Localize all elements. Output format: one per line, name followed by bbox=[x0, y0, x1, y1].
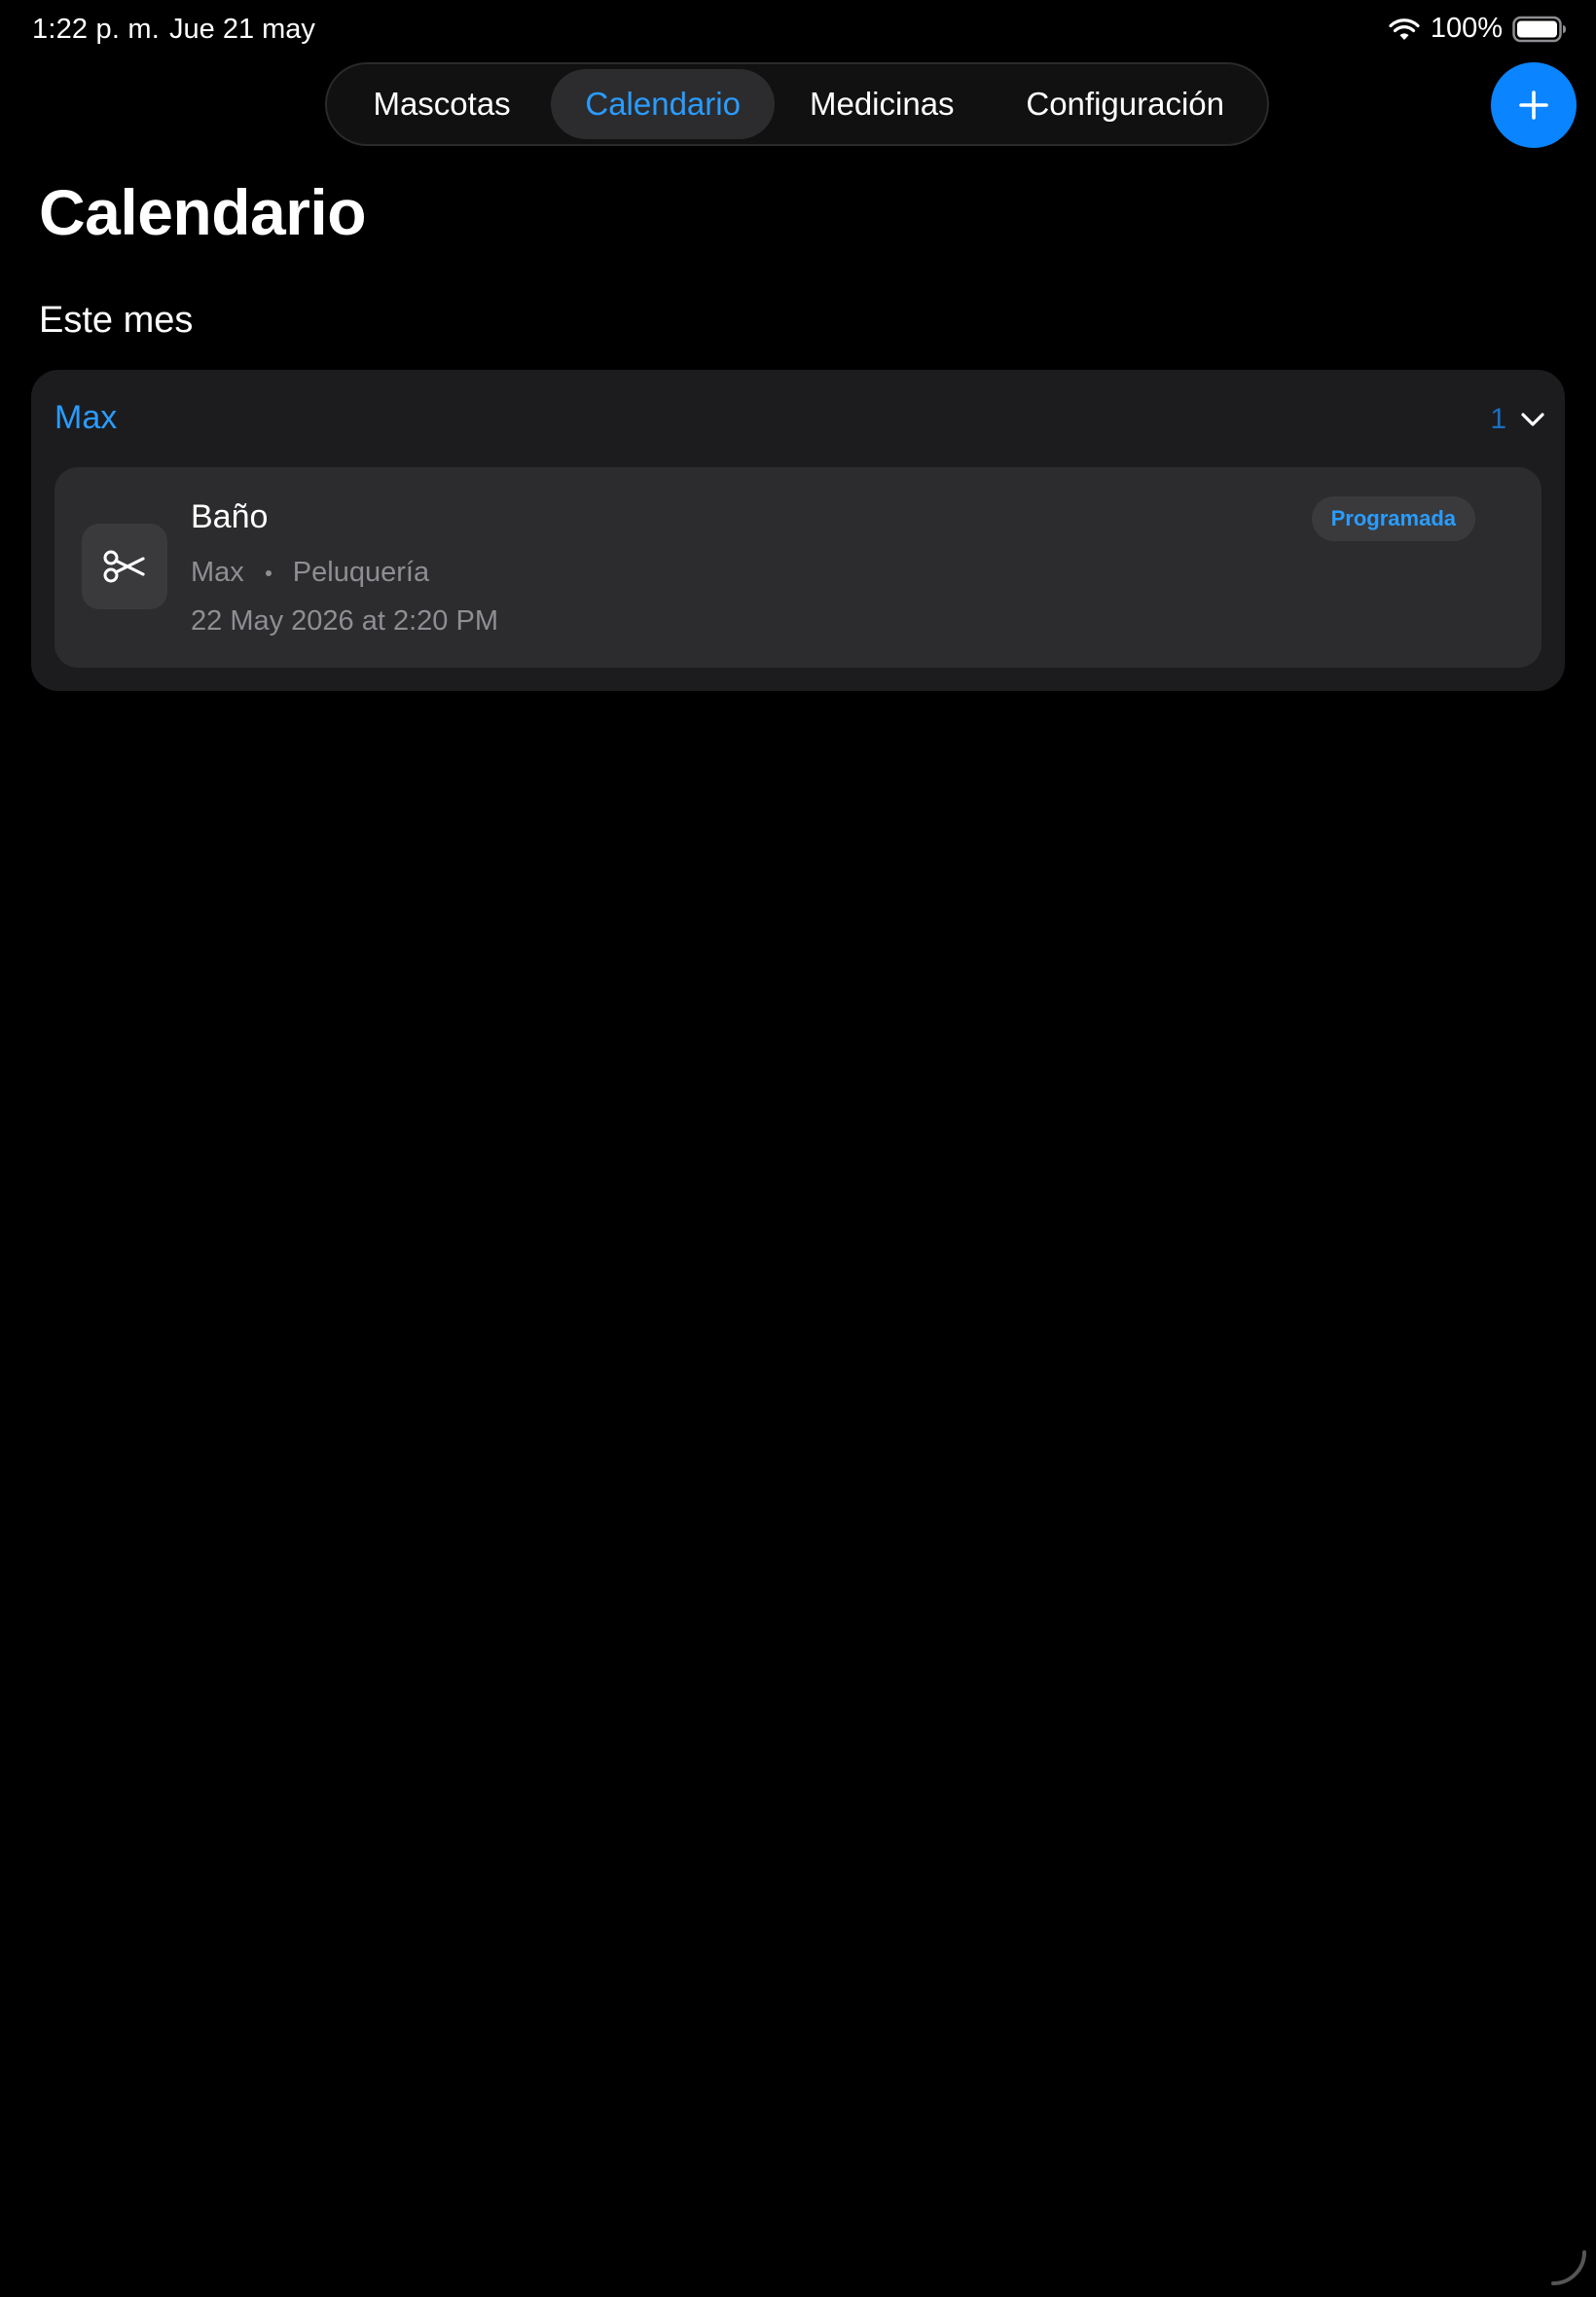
event-card[interactable]: Baño Max Peluquería 22 May 2026 at 2:20 … bbox=[54, 467, 1542, 668]
group-count: 1 bbox=[1490, 403, 1506, 435]
add-button[interactable] bbox=[1491, 62, 1577, 148]
plus-icon bbox=[1519, 91, 1548, 120]
event-category: Peluquería bbox=[292, 557, 430, 588]
tab-bar: Mascotas Calendario Medicinas Configurac… bbox=[325, 62, 1269, 146]
tab-calendario[interactable]: Calendario bbox=[551, 69, 776, 139]
event-datetime: 22 May 2026 at 2:20 PM bbox=[191, 605, 498, 637]
pet-group-card: Max 1 Baño Max Peluquería 22 May 2026 at… bbox=[31, 370, 1565, 691]
event-meta: Max Peluquería bbox=[191, 557, 429, 589]
status-bar: 1:22 p. m. Jue 21 may 100% bbox=[0, 0, 1596, 62]
wifi-icon bbox=[1389, 18, 1420, 40]
event-title: Baño bbox=[191, 498, 269, 535]
page-title: Calendario bbox=[39, 176, 367, 248]
battery-percentage: 100% bbox=[1430, 13, 1503, 44]
section-header: Este mes bbox=[39, 300, 194, 341]
separator-dot bbox=[265, 569, 272, 576]
event-pet: Max bbox=[191, 557, 244, 588]
resize-corner-icon bbox=[1551, 2250, 1586, 2285]
chevron-down-icon[interactable] bbox=[1520, 411, 1545, 428]
group-name[interactable]: Max bbox=[54, 399, 117, 437]
scissors-icon bbox=[103, 550, 145, 583]
tab-mascotas[interactable]: Mascotas bbox=[333, 69, 551, 139]
status-time: 1:22 p. m. bbox=[32, 14, 160, 45]
status-date: Jue 21 may bbox=[169, 14, 315, 45]
status-badge: Programada bbox=[1311, 496, 1475, 541]
event-icon-box bbox=[82, 524, 167, 609]
tab-configuracion[interactable]: Configuración bbox=[989, 69, 1261, 139]
battery-icon bbox=[1512, 16, 1566, 42]
tab-medicinas[interactable]: Medicinas bbox=[775, 69, 989, 139]
status-indicators: 100% bbox=[1388, 13, 1567, 45]
